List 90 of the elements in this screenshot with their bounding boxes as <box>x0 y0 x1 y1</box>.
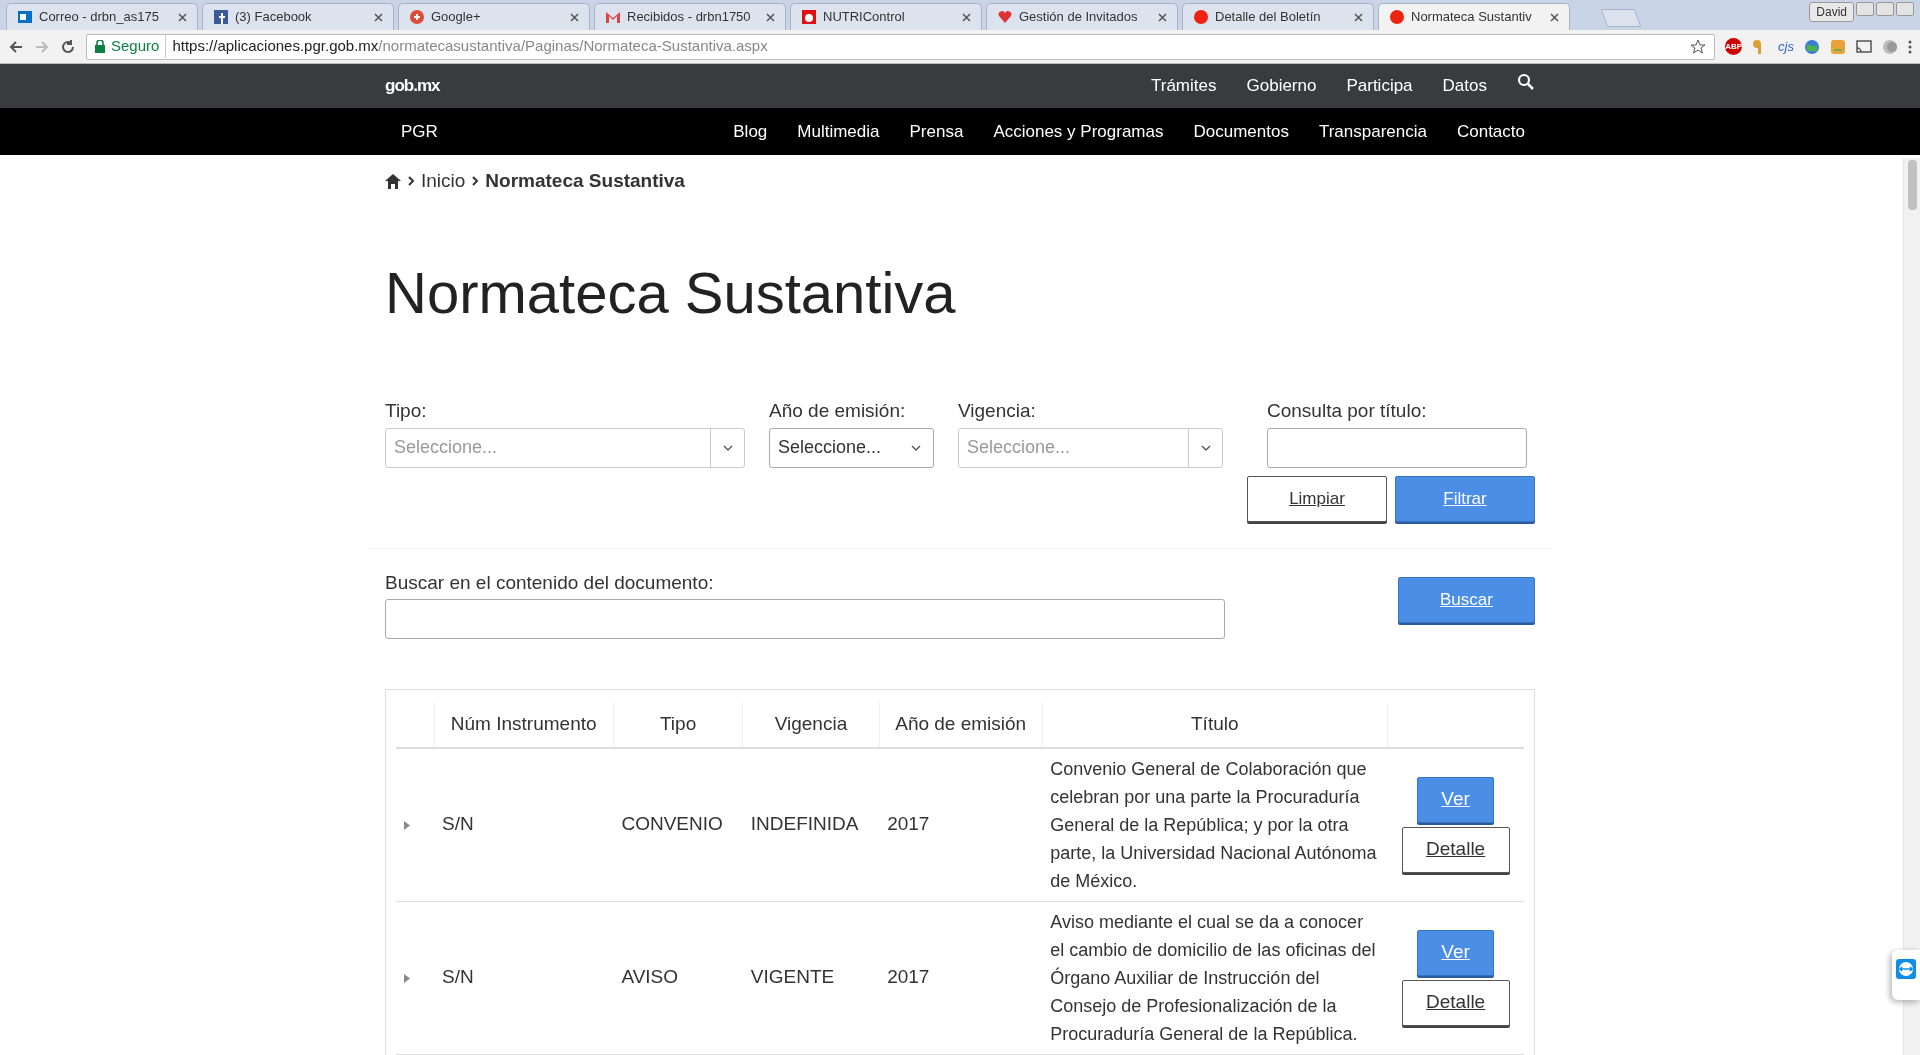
table-cell: CONVENIO <box>613 747 743 902</box>
reload-icon[interactable] <box>60 38 76 55</box>
chevron-down-icon <box>722 444 733 451</box>
field-label: Vigencia: <box>958 399 1037 424</box>
search-field[interactable] <box>385 599 1225 640</box>
circle-icon <box>1193 9 1209 25</box>
close-icon[interactable] <box>570 12 579 22</box>
nav-link[interactable]: Prensa <box>909 118 964 145</box>
menu-icon[interactable] <box>1908 39 1912 54</box>
text-field[interactable] <box>1267 427 1527 468</box>
select-field[interactable]: Seleccione... <box>769 427 934 468</box>
close-icon[interactable] <box>178 12 187 22</box>
field-label: Año de emisión: <box>769 399 907 424</box>
chevron-down-icon <box>1200 444 1211 451</box>
nav-link[interactable]: Transparencia <box>1318 118 1427 145</box>
nav-link[interactable]: Contacto <box>1456 118 1525 145</box>
browser-tab[interactable]: Recibidos - drbn1750 <box>594 3 786 30</box>
breadcrumb-link[interactable]: Inicio <box>421 167 466 196</box>
close-icon[interactable] <box>1550 12 1559 22</box>
site-brand[interactable]: PGR <box>401 118 438 145</box>
browser-tab[interactable]: Correo - drbn_as175 <box>6 3 198 30</box>
detail-button[interactable]: Detalle <box>1401 979 1510 1026</box>
column-header: Núm Instrumento <box>434 702 614 748</box>
back-icon[interactable] <box>8 38 24 55</box>
nav-link[interactable]: Gobierno <box>1246 73 1317 99</box>
nav-link[interactable]: Trámites <box>1151 73 1217 99</box>
field-label: Consulta por título: <box>1267 399 1428 424</box>
globe-icon[interactable] <box>1804 38 1820 55</box>
nav-link[interactable]: Blog <box>733 118 768 145</box>
secure-label: Seguro <box>111 36 160 57</box>
scrollbar[interactable] <box>1903 158 1920 1055</box>
site-logo[interactable]: gob.mx <box>385 73 440 99</box>
field-label: Buscar en el contenido del documento: <box>385 570 715 595</box>
chevron-icon <box>471 176 480 187</box>
extension-button[interactable]: cjs <box>1778 36 1794 57</box>
url-text: https://aplicaciones.pgr.gob.mx/normatecasustantiva/Paginas/Normateca-Sustantiva.aspx <box>165 35 768 58</box>
nav-link[interactable]: Participa <box>1346 73 1413 99</box>
close-icon[interactable] <box>1158 12 1167 22</box>
star-icon[interactable] <box>1690 38 1707 55</box>
mail-icon <box>605 9 621 25</box>
browser-tab[interactable]: Normateca Sustantiv <box>1378 3 1570 30</box>
profile-button[interactable]: David <box>1809 2 1854 22</box>
table-cell: INDEFINIDA <box>742 747 880 902</box>
search-icon[interactable] <box>1517 73 1535 91</box>
adblock-button[interactable]: ABP <box>1725 38 1743 55</box>
nav-link[interactable]: Acciones y Programas <box>993 118 1164 145</box>
plus-icon <box>409 9 425 25</box>
table-cell: S/N <box>434 747 614 902</box>
nav-link[interactable]: Multimedia <box>797 118 880 145</box>
table-cell: S/N <box>434 901 614 1055</box>
column-header: Vigencia <box>742 702 880 748</box>
nav-link[interactable]: Datos <box>1442 73 1487 99</box>
table-cell: Aviso mediante el cual se da a conocer el cambio de domicilio de las oficinas del Órgano Auxiliar de Instrucción del Consejo de Profesionalización de la Procuraduría General de la República. <box>1042 901 1388 1055</box>
column-header: Título <box>1042 702 1388 748</box>
address-bar[interactable]: Seguro https://aplicaciones.pgr.gob.mx/normatecasustantiva/Paginas/Normateca-Sustantiva.aspx <box>86 33 1716 60</box>
heart-icon <box>997 9 1013 25</box>
mail-icon <box>17 9 33 25</box>
close-icon[interactable] <box>766 12 775 22</box>
lock-icon <box>95 40 105 53</box>
browser-tab[interactable]: Google+ <box>398 3 590 30</box>
table-cell: VIGENTE <box>742 901 880 1055</box>
close-icon[interactable] <box>1354 12 1363 22</box>
column-header: Tipo <box>613 702 743 748</box>
page-title: Normateca Sustantiva <box>385 258 957 327</box>
column-header: Año de emisión <box>879 702 1043 748</box>
chevron-icon <box>407 176 415 187</box>
chevron-down-icon <box>911 444 921 451</box>
field-label: Tipo: <box>385 399 428 424</box>
clear-button[interactable]: Limpiar <box>1247 475 1387 522</box>
close-icon[interactable] <box>962 12 971 22</box>
table-cell: 2017 <box>879 901 1043 1055</box>
table-cell: Convenio General de Colaboración que celebran por una parte la Procuraduría General de la República; y por la otra parte, la Universidad Nacional Autónoma de México. <box>1042 747 1388 902</box>
cast-icon[interactable] <box>1856 38 1872 55</box>
browser-tab[interactable]: Gestión de Invitados <box>986 3 1178 30</box>
table-cell: AVISO <box>613 901 743 1055</box>
expand-icon[interactable] <box>404 973 410 983</box>
browser-tab[interactable]: Detalle del Boletín <box>1182 3 1374 30</box>
facebook-icon <box>213 9 229 25</box>
arrows-icon[interactable] <box>1896 959 1916 979</box>
breadcrumb-link[interactable]: Normateca Sustantiva <box>485 167 685 196</box>
close-icon[interactable] <box>374 12 383 22</box>
circle-icon <box>1389 9 1405 25</box>
browser-tab[interactable]: (3) Facebook <box>202 3 394 30</box>
nav-link[interactable]: Documentos <box>1193 118 1289 145</box>
detail-button[interactable]: Detalle <box>1401 826 1510 873</box>
table-cell: 2017 <box>879 747 1043 902</box>
home-icon[interactable] <box>385 173 401 189</box>
expand-icon[interactable] <box>404 820 410 830</box>
circle-icon[interactable] <box>1882 38 1898 55</box>
browser-tab[interactable]: NUTRIControl <box>790 3 982 30</box>
